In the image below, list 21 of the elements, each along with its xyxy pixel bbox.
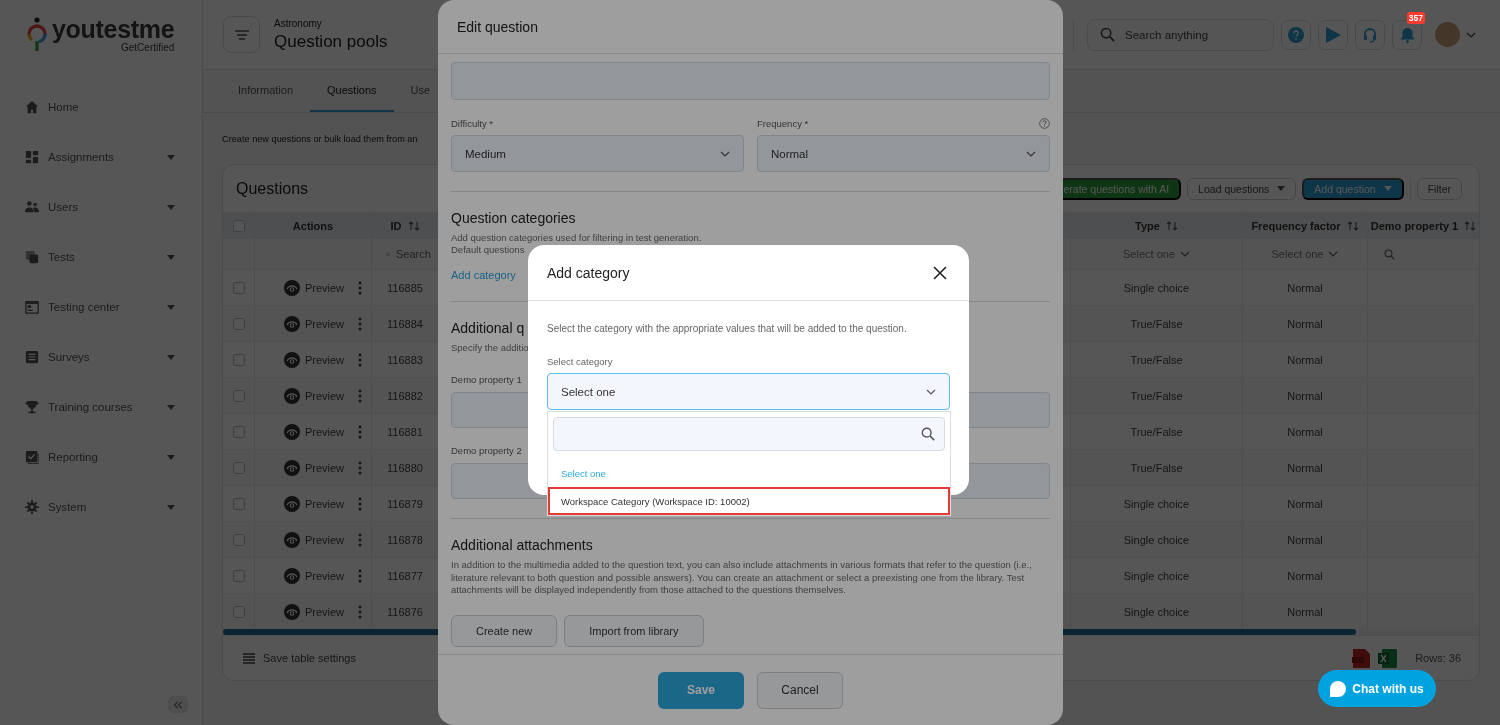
section-description: Add question categories used for filtering in test generation. <box>451 232 702 245</box>
field-label: Frequency * <box>757 117 809 129</box>
notification-badge: 357 <box>1406 11 1425 24</box>
field-label: Difficulty * <box>451 117 494 129</box>
section-description: In addition to the multimedia added to the question text, you can also include attachments in various formats that refer to the question (i.e., literature relevant to both question and possible answers). You can create an attachment or select a preexisting one from the library. Test attachments will be displayed independently from those attached to the questions themselves. <box>451 559 1033 597</box>
section-heading: Additional attachments <box>451 537 593 554</box>
rows-count: Rows: 36 <box>1415 652 1461 664</box>
breadcrumb: Astronomy <box>274 17 323 29</box>
logo-text: youtestme <box>52 17 175 42</box>
section-description: Default questions <box>451 244 525 257</box>
field-label: Select category <box>547 356 614 367</box>
section-heading: Additional q <box>451 319 525 336</box>
dialog-description: Select the category with the appropriate values that will be added to the question. <box>547 323 908 334</box>
section-heading: Question categories <box>451 210 576 226</box>
intro-text: Create new questions or bulk load them from an <box>222 134 418 144</box>
dialog-title: Add category <box>547 264 631 281</box>
field-label: Demo property 1 <box>451 374 523 386</box>
logo-tagline: GetCertified <box>121 43 175 53</box>
page-title: Question pools <box>274 31 388 52</box>
section-description: Specify the additio <box>451 341 529 355</box>
card-title: Questions <box>236 179 309 198</box>
